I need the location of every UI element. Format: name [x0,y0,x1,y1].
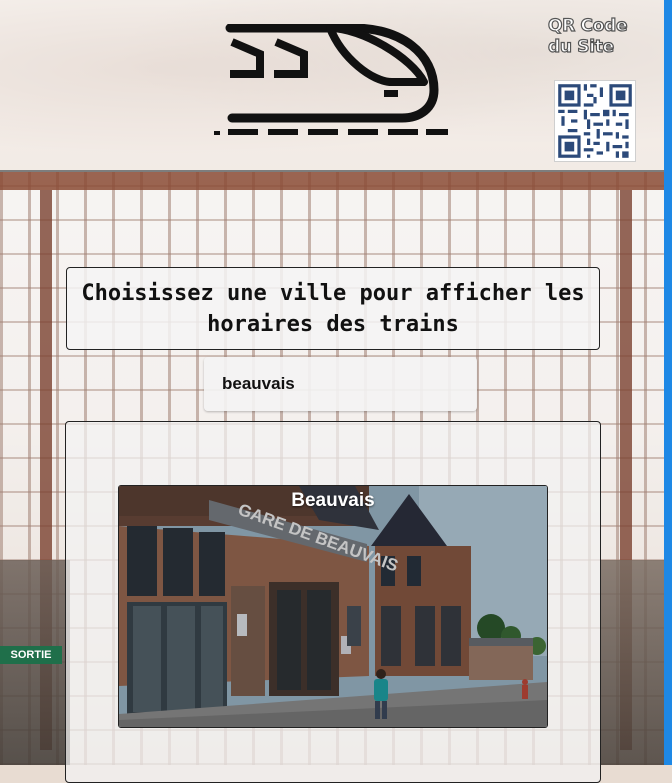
qr-title-line2: du Site [547,36,614,57]
station-card[interactable]: GARE DE BEAUVAIS Beauvais [118,485,548,728]
station-name: Beauvais [291,490,375,511]
city-select[interactable]: beauvais [204,357,477,411]
train-icon[interactable] [212,24,452,140]
qr-title-line1: QR Code [547,15,628,36]
page-title-box: Choisissez une ville pour afficher les h… [66,267,600,350]
city-select-value: beauvais [222,374,295,393]
page-title: Choisissez une ville pour afficher les h… [81,280,585,337]
qr-code-icon[interactable] [554,80,636,162]
station-photo: GARE DE BEAUVAIS [119,486,547,727]
site-header: QR Code du Site [0,0,664,172]
accent-scrollbar[interactable] [664,0,672,765]
sortie-sign: SORTIE [0,646,62,664]
qr-code-section: QR Code du Site [544,15,644,162]
